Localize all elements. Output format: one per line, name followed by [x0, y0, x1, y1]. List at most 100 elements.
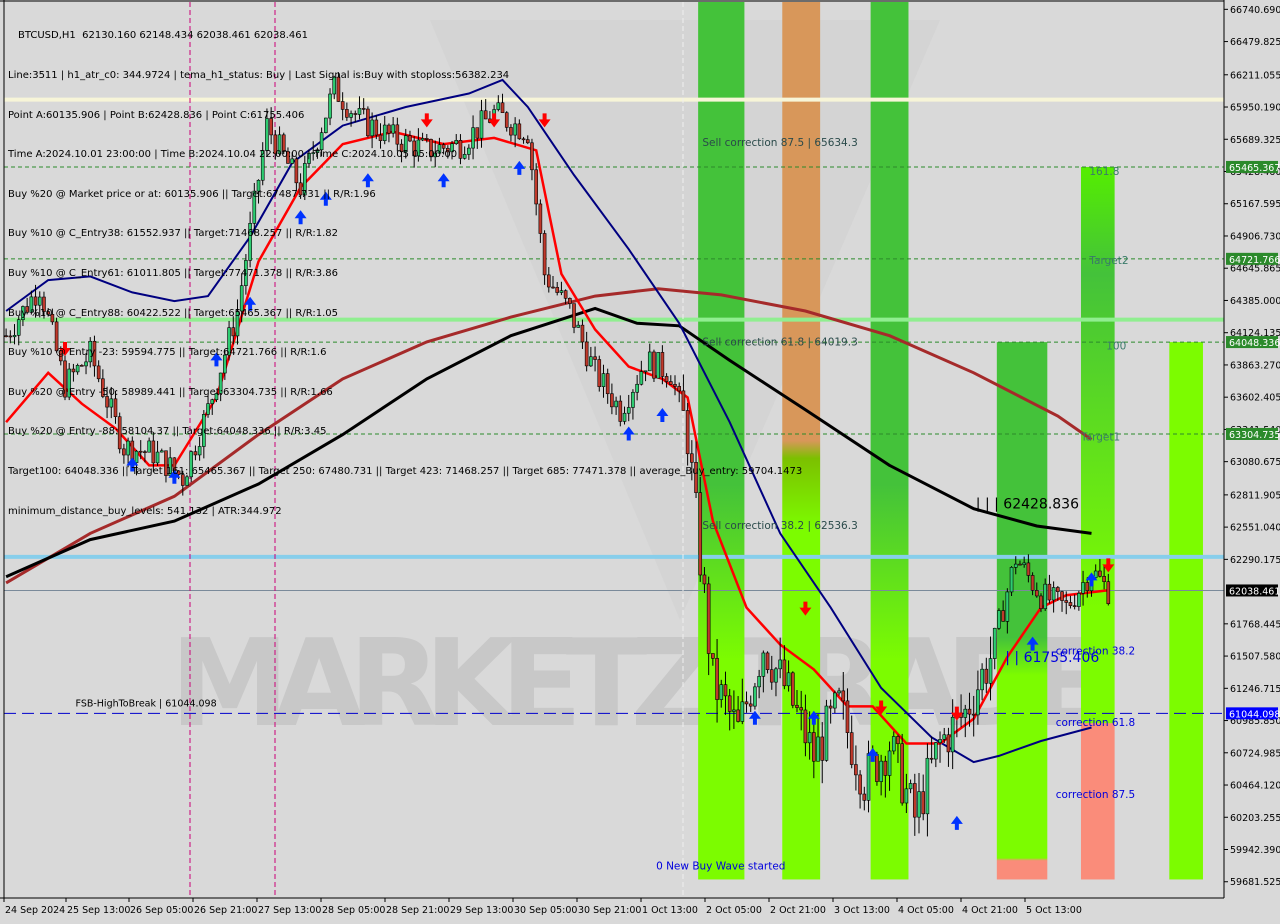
price-tag-label: 61044.098 [1229, 709, 1280, 720]
bull-candle [239, 285, 244, 312]
bull-candle [12, 335, 17, 338]
bull-candle [16, 319, 21, 336]
bear-candle [828, 705, 833, 709]
bull-candle [1009, 567, 1014, 593]
chart-canvas[interactable]: MARKETZITRADE Sell correction 87.5 | 656… [0, 0, 1280, 920]
bull-candle [719, 684, 724, 700]
bear-candle [694, 462, 698, 493]
bear-candle [849, 732, 854, 765]
watermark-text: MARKETZITRADE [170, 615, 1110, 754]
bull-candle [155, 451, 160, 464]
bear-candle [54, 321, 59, 352]
bear-candle [1034, 590, 1039, 597]
bear-candle [736, 709, 740, 722]
bull-candle [950, 716, 955, 753]
bear-candle [8, 335, 13, 338]
bull-candle [833, 692, 837, 709]
bear-candle [374, 119, 379, 136]
bear-candle [231, 327, 236, 337]
bear-candle [748, 703, 753, 707]
bear-candle [151, 440, 156, 464]
chart-annotation: correction 38.2 [1056, 646, 1135, 658]
bull-candle [244, 260, 248, 286]
bear-candle [790, 672, 795, 706]
bear-candle [858, 774, 862, 795]
bull-candle [197, 446, 202, 456]
bull-candle [934, 742, 938, 760]
y-tick-label: 66211.055 [1230, 70, 1280, 81]
bear-candle [504, 112, 509, 128]
bear-candle [1018, 563, 1022, 566]
bear-candle [1056, 587, 1060, 592]
bear-candle [551, 286, 555, 289]
bull-candle [403, 135, 408, 153]
chart-annotation: Sell correction 61.8 | 64019.3 [702, 337, 857, 349]
bear-candle [706, 583, 711, 654]
bear-candle [25, 306, 29, 313]
y-tick-label: 63863.270 [1230, 360, 1280, 371]
bull-candle [189, 451, 194, 478]
bear-candle [967, 708, 972, 715]
bear-candle [912, 783, 917, 818]
bull-candle [290, 158, 294, 164]
bull-candle [265, 118, 269, 151]
bull-candle [450, 143, 454, 153]
bear-candle [63, 360, 67, 398]
bear-candle [1102, 576, 1106, 582]
bear-candle [517, 123, 522, 140]
bull-candle [214, 393, 219, 401]
bear-candle [702, 574, 707, 585]
x-tick-label: 29 Sep 13:00 [450, 905, 513, 916]
bull-candle [614, 400, 618, 408]
bear-candle [1030, 575, 1035, 591]
price-chart[interactable]: MARKETZITRADE Sell correction 87.5 | 656… [0, 0, 1280, 920]
bear-candle [408, 135, 412, 142]
bull-candle [942, 734, 947, 740]
bear-candle [1098, 570, 1102, 577]
bear-candle [597, 359, 602, 387]
bull-candle [576, 324, 581, 328]
y-tick-label: 63602.405 [1230, 393, 1280, 404]
bear-candle [572, 303, 576, 328]
bull-candle [223, 354, 227, 374]
bear-candle [568, 298, 572, 304]
bear-candle [685, 410, 690, 455]
bear-candle [698, 492, 703, 576]
bull-candle [218, 372, 223, 394]
bear-candle [711, 653, 715, 659]
chart-annotation: 100 [1106, 340, 1126, 352]
bear-candle [1047, 583, 1052, 601]
bear-candle [538, 203, 543, 234]
y-tick-label: 65689.325 [1230, 135, 1280, 146]
bull-candle [328, 93, 332, 119]
bull-candle [1005, 591, 1010, 622]
y-tick-label: 63080.675 [1230, 457, 1280, 468]
bull-candle [109, 398, 114, 408]
bull-candle [761, 652, 766, 677]
bear-candle [782, 659, 787, 687]
bull-candle [471, 127, 475, 149]
bull-candle [185, 476, 189, 486]
bear-candle [1039, 595, 1043, 609]
bull-candle [879, 760, 883, 782]
x-tick-label: 4 Oct 21:00 [962, 905, 1018, 916]
bull-candle [29, 296, 34, 313]
bear-candle [546, 274, 551, 288]
y-tick-label: 62811.905 [1230, 490, 1280, 501]
bear-candle [58, 350, 63, 362]
bull-candle [202, 414, 206, 447]
bear-candle [723, 684, 728, 697]
bull-candle [626, 407, 631, 414]
bull-candle [75, 365, 80, 373]
bull-candle [319, 132, 324, 151]
bear-candle [336, 76, 341, 102]
bear-candle [96, 365, 101, 380]
bear-candle [273, 134, 278, 155]
bull-candle [908, 783, 913, 790]
bull-candle [235, 310, 240, 337]
y-tick-label: 62290.175 [1230, 555, 1280, 566]
bull-candle [639, 371, 644, 385]
bear-candle [946, 734, 951, 753]
bull-candle [976, 689, 980, 716]
bull-candle [980, 668, 984, 691]
